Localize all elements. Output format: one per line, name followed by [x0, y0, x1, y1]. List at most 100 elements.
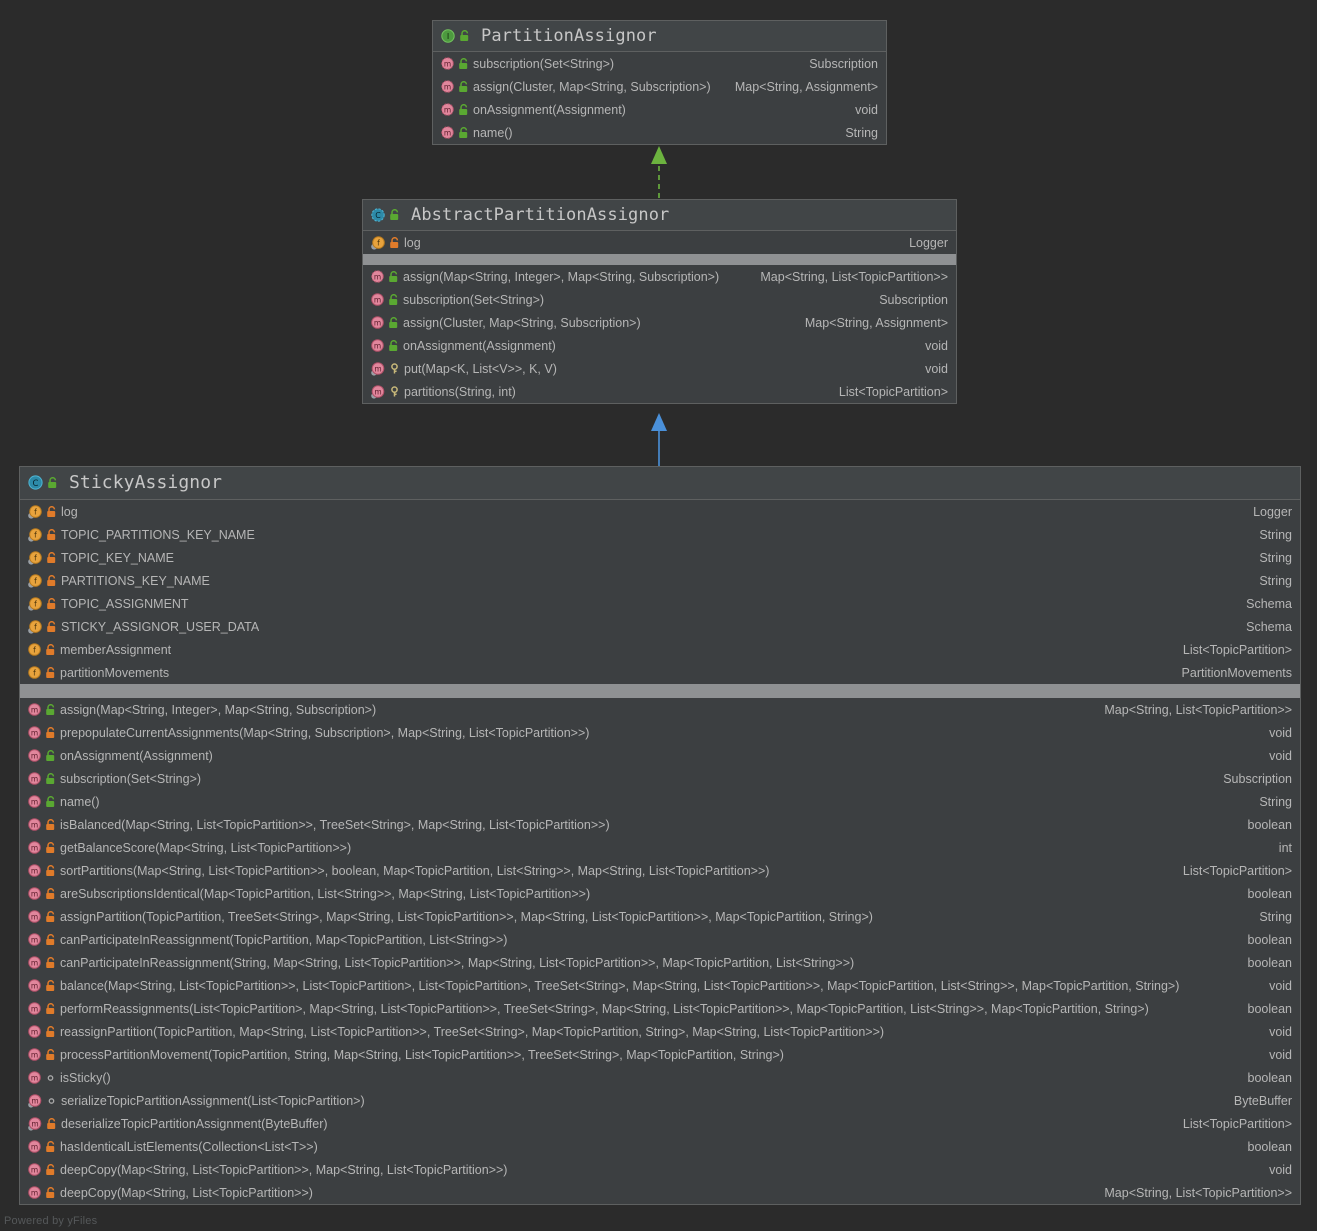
method-signature: canParticipateInReassignment(TopicPartit…: [60, 932, 508, 947]
method-return-type: List<TopicPartition>: [838, 384, 948, 399]
field-row[interactable]: f memberAssignment List<TopicPartition>: [20, 638, 1300, 661]
method-icon: m: [28, 749, 41, 762]
lock-private-icon: [45, 933, 56, 946]
svg-text:m: m: [31, 1142, 38, 1151]
method-row[interactable]: m partitions(String, int) List<TopicPart…: [363, 380, 956, 403]
svg-text:m: m: [31, 705, 38, 714]
lock-public-icon: [458, 57, 469, 70]
field-name: STICKY_ASSIGNOR_USER_DATA: [61, 619, 260, 634]
method-row[interactable]: m serializeTopicPartitionAssignment(List<…: [20, 1089, 1300, 1112]
field-row[interactable]: f PARTITIONS_KEY_NAME String: [20, 569, 1300, 592]
method-icon: m: [28, 1163, 41, 1176]
method-row[interactable]: m getBalanceScore(Map<String, List<TopicP…: [20, 836, 1300, 859]
method-row[interactable]: m processPartitionMovement(TopicPartition…: [20, 1043, 1300, 1066]
field-static-icon: f: [28, 550, 42, 565]
method-row[interactable]: m assign(Map<String, Integer>, Map<String…: [20, 698, 1300, 721]
method-abstract-icon: m: [441, 103, 454, 116]
svg-text:m: m: [31, 1050, 38, 1059]
class-box-partition-assignor[interactable]: I PartitionAssignor m subscription(Set<S…: [432, 20, 887, 145]
field-row[interactable]: f log Logger: [20, 500, 1300, 523]
field-type: String: [1259, 573, 1292, 588]
method-row[interactable]: m canParticipateInReassignment(TopicParti…: [20, 928, 1300, 951]
method-row[interactable]: m subscription(Set<String>) Subscription: [433, 52, 886, 75]
svg-text:m: m: [444, 82, 451, 91]
method-signature: name(): [473, 125, 513, 140]
method-row[interactable]: m canParticipateInReassignment(String, Ma…: [20, 951, 1300, 974]
lock-private-icon: [45, 666, 56, 679]
method-row[interactable]: m deepCopy(Map<String, List<TopicPartitio…: [20, 1181, 1300, 1204]
method-signature: getBalanceScore(Map<String, List<TopicPa…: [60, 840, 352, 855]
lock-private-icon: [46, 528, 57, 541]
field-icon: f: [28, 666, 41, 679]
method-icon: m: [28, 864, 41, 877]
method-row[interactable]: m deepCopy(Map<String, List<TopicPartitio…: [20, 1158, 1300, 1181]
method-row[interactable]: m isSticky() boolean: [20, 1066, 1300, 1089]
field-type: Schema: [1246, 619, 1292, 634]
method-return-type: boolean: [1247, 1139, 1293, 1154]
method-row[interactable]: m deserializeTopicPartitionAssignment(Byt…: [20, 1112, 1300, 1135]
method-row[interactable]: m name() String: [433, 121, 886, 144]
method-signature: deepCopy(Map<String, List<TopicPartition…: [60, 1162, 508, 1177]
method-return-type: void: [855, 102, 878, 117]
svg-text:m: m: [31, 1188, 38, 1197]
method-row[interactable]: m name() String: [20, 790, 1300, 813]
lock-private-icon: [45, 1002, 56, 1015]
method-signature: balance(Map<String, List<TopicPartition>…: [60, 978, 1180, 993]
method-row[interactable]: m sortPartitions(Map<String, List<TopicPa…: [20, 859, 1300, 882]
method-row[interactable]: m onAssignment(Assignment) void: [363, 334, 956, 357]
class-box-abstract-partition-assignor[interactable]: C AbstractPartitionAssignor f log Logger…: [362, 199, 957, 404]
method-return-type: String: [845, 125, 878, 140]
method-row[interactable]: m onAssignment(Assignment) void: [20, 744, 1300, 767]
field-name: TOPIC_PARTITIONS_KEY_NAME: [61, 527, 255, 542]
method-row[interactable]: m assign(Map<String, Integer>, Map<Strin…: [363, 265, 956, 288]
lock-private-icon: [46, 1117, 57, 1130]
method-row[interactable]: m performReassignments(List<TopicPartitio…: [20, 997, 1300, 1020]
method-row[interactable]: m balance(Map<String, List<TopicPartition…: [20, 974, 1300, 997]
svg-text:m: m: [31, 797, 38, 806]
lock-public-icon: [47, 476, 58, 489]
method-row[interactable]: m reassignPartition(TopicPartition, Map<S…: [20, 1020, 1300, 1043]
method-return-type: void: [1269, 978, 1292, 993]
method-row[interactable]: m prepopulateCurrentAssignments(Map<Strin…: [20, 721, 1300, 744]
field-name: memberAssignment: [60, 642, 172, 657]
method-signature: isBalanced(Map<String, List<TopicPartiti…: [60, 817, 610, 832]
class-box-sticky-assignor[interactable]: C StickyAssignor f log Logger f TOPIC_PA…: [19, 466, 1301, 1205]
field-row[interactable]: f log Logger: [363, 231, 956, 254]
field-static-icon: f: [371, 235, 385, 250]
method-row[interactable]: m onAssignment(Assignment) void: [433, 98, 886, 121]
field-row[interactable]: f TOPIC_PARTITIONS_KEY_NAME String: [20, 523, 1300, 546]
method-signature: canParticipateInReassignment(String, Map…: [60, 955, 855, 970]
method-icon: m: [28, 1186, 41, 1199]
method-row[interactable]: m subscription(Set<String>) Subscription: [20, 767, 1300, 790]
svg-text:m: m: [31, 1027, 38, 1036]
field-row[interactable]: f STICKY_ASSIGNOR_USER_DATA Schema: [20, 615, 1300, 638]
method-row[interactable]: m hasIdenticalListElements(Collection<Lis…: [20, 1135, 1300, 1158]
method-icon: m: [28, 795, 41, 808]
class-icon: C: [28, 475, 43, 490]
method-row[interactable]: m assign(Cluster, Map<String, Subscripti…: [433, 75, 886, 98]
field-row[interactable]: f TOPIC_ASSIGNMENT Schema: [20, 592, 1300, 615]
lock-private-icon: [45, 1163, 56, 1176]
svg-text:m: m: [31, 751, 38, 760]
method-row[interactable]: m isBalanced(Map<String, List<TopicPartit…: [20, 813, 1300, 836]
lock-public-icon: [388, 270, 399, 283]
method-return-type: List<TopicPartition>: [1182, 863, 1292, 878]
lock-private-icon: [45, 1025, 56, 1038]
field-type: String: [1259, 527, 1292, 542]
method-signature: isSticky(): [60, 1070, 111, 1085]
method-row[interactable]: m put(Map<K, List<V>>, K, V) void: [363, 357, 956, 380]
method-row[interactable]: m assignPartition(TopicPartition, TreeSet…: [20, 905, 1300, 928]
svg-text:m: m: [444, 59, 451, 68]
field-row[interactable]: f TOPIC_KEY_NAME String: [20, 546, 1300, 569]
method-row[interactable]: m areSubscriptionsIdentical(Map<TopicPart…: [20, 882, 1300, 905]
svg-text:m: m: [444, 128, 451, 137]
implements-arrow: [651, 146, 667, 198]
lock-public-icon: [388, 339, 399, 352]
field-row[interactable]: f partitionMovements PartitionMovements: [20, 661, 1300, 684]
method-return-type: List<TopicPartition>: [1182, 1116, 1292, 1131]
lock-private-icon: [45, 726, 56, 739]
field-static-icon: f: [28, 619, 42, 634]
method-row[interactable]: m assign(Cluster, Map<String, Subscripti…: [363, 311, 956, 334]
interface-icon: I: [441, 28, 455, 43]
method-row[interactable]: m subscription(Set<String>) Subscription: [363, 288, 956, 311]
